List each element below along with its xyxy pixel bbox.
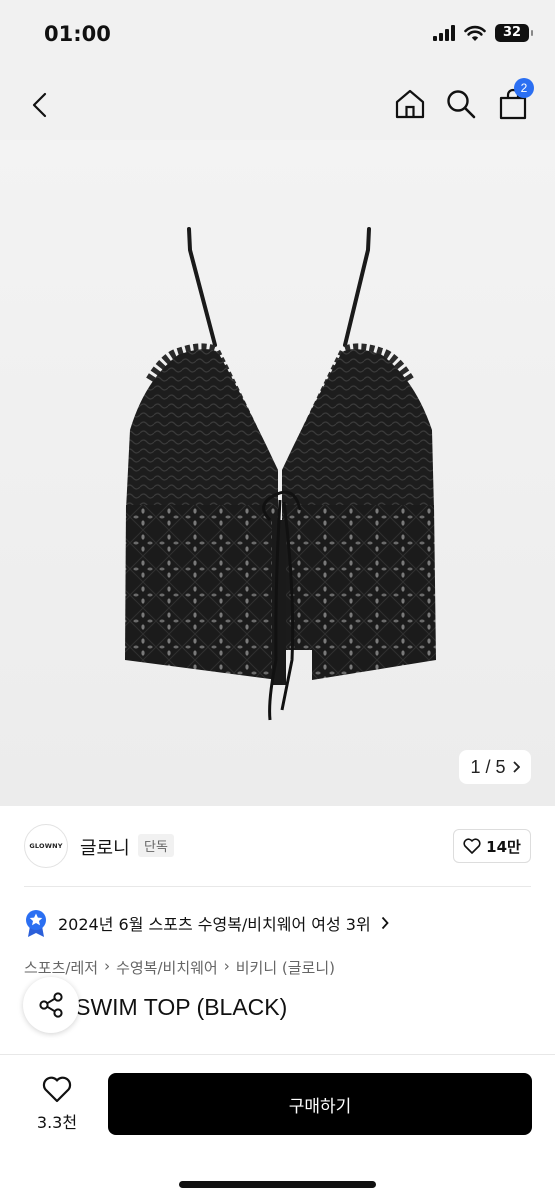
ranking-medal-icon [26,910,46,937]
wishlist-button[interactable]: 3.3천 [22,1075,92,1133]
divider [24,886,531,887]
brand-like-button[interactable]: 14만 [453,829,531,863]
wifi-icon [464,25,486,41]
battery-indicator: 32 [495,24,533,42]
bottom-action-bar: 3.3천 구매하기 [0,1054,555,1200]
product-image-gallery[interactable]: 1 / 5 [0,140,555,806]
status-time: 01:00 [44,22,111,46]
heart-icon [463,838,481,854]
page-indicator-text: 1 / 5 [470,756,506,777]
share-button[interactable] [23,977,79,1033]
status-bar: 01:00 32 [0,0,555,70]
top-navigation: 2 [0,70,555,140]
buy-button[interactable]: 구매하기 [108,1073,532,1135]
ranking-text: 2024년 6월 스포츠 수영복/비치웨어 여성 3위 [58,915,371,934]
share-icon [39,992,63,1018]
ranking-link[interactable]: 2024년 6월 스포츠 수영복/비치웨어 여성 3위 [24,906,389,940]
search-icon[interactable] [446,89,476,119]
brand-like-count: 14만 [486,837,521,856]
brand-logo[interactable]: GLOWNY [24,824,68,868]
cart-count-badge: 2 [514,78,534,98]
back-icon[interactable] [30,92,50,118]
wishlist-count: 3.3천 [36,1113,78,1132]
home-icon[interactable] [394,88,426,120]
exclusive-badge: 단독 [138,834,174,857]
breadcrumb-separator: › [223,957,230,975]
breadcrumb-item[interactable]: 비키니 (글로니) [236,957,335,978]
cellular-signal-icon [433,25,455,41]
breadcrumb-item[interactable]: 스포츠/레저 [24,957,98,978]
breadcrumb-separator: › [104,957,111,975]
cart-button[interactable]: 2 [498,78,534,120]
home-indicator [179,1181,376,1188]
image-page-indicator[interactable]: 1 / 5 [459,750,531,784]
product-image [125,227,436,721]
breadcrumb-item[interactable]: 수영복/비치웨어 [116,957,218,978]
breadcrumb: 스포츠/레저 › 수영복/비치웨어 › 비키니 (글로니) [24,957,335,978]
status-icons: 32 [433,24,533,42]
brand-name[interactable]: 글로니 [80,834,130,860]
chevron-right-icon [381,916,389,930]
chevron-right-icon [512,761,520,773]
heart-icon [42,1076,72,1103]
brand-row: GLOWNY 글로니 단독 14만 [0,806,555,886]
